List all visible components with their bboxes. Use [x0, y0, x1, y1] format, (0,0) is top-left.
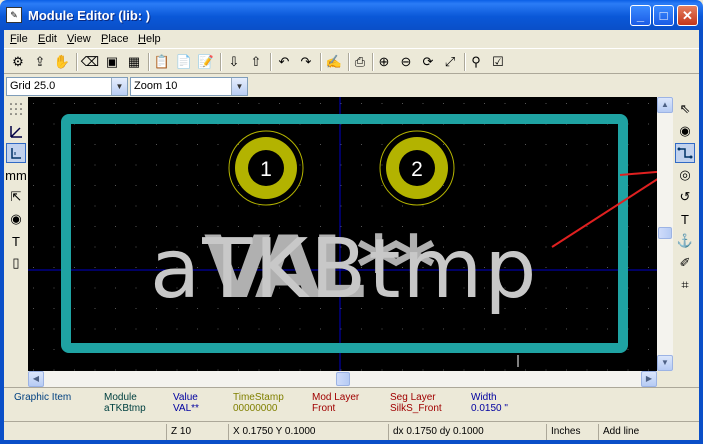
text-sketch-icon[interactable]: T: [6, 231, 26, 251]
pad-2-number: 2: [411, 158, 423, 181]
status-xy: X 0.1750 Y 0.1000: [228, 424, 388, 440]
menu-help[interactable]: Help: [138, 33, 161, 45]
add-arc-icon[interactable]: ↺: [675, 187, 695, 207]
main-toolbar: ⚙ ⇪ ✋ ⌫ ▣ ▦ 📋 📄 📝 ⇩ ⇧ ↶ ↷ ✍ ⎙ ⊕ ⊖ ⟳ ⤢ ⚲ …: [4, 48, 699, 74]
print-icon[interactable]: ⎙: [350, 52, 370, 72]
add-line-icon[interactable]: [675, 143, 695, 163]
pad-1-number: 1: [260, 158, 272, 181]
pad-settings-icon[interactable]: ⚲: [466, 52, 486, 72]
insert-into-board-icon[interactable]: 📄: [174, 52, 194, 72]
info-mod-layer: Mod Layer Front: [312, 392, 360, 414]
scroll-up-icon[interactable]: ▲: [657, 97, 673, 113]
pad-1[interactable]: 1: [228, 130, 304, 206]
info-seg-layer: Seg Layer SilkS_Front: [390, 392, 442, 414]
grid-select-value: Grid 25.0: [10, 80, 56, 92]
scroll-down-icon[interactable]: ▼: [657, 355, 673, 371]
close-button[interactable]: ✕: [677, 5, 698, 26]
info-panel: Graphic Item Module aTKBtmp Value VAL** …: [4, 387, 699, 421]
info-timestamp: TimeStamp 00000000: [233, 392, 284, 414]
edge-sketch-icon[interactable]: ▯: [6, 253, 26, 273]
status-bar: Z 10 X 0.1750 Y 0.1000 dx 0.1750 dy 0.10…: [4, 421, 699, 440]
info-width: Width 0.0150 ": [471, 392, 508, 414]
delete-icon[interactable]: ✐: [675, 253, 695, 273]
grid-origin-icon[interactable]: ⌗: [675, 275, 695, 295]
redraw-icon[interactable]: ⟳: [418, 52, 438, 72]
menu-bar: File Edit View Place Help: [4, 30, 699, 48]
select-arrow-icon[interactable]: ⇖: [675, 99, 695, 119]
import-module-icon[interactable]: ⇩: [224, 52, 244, 72]
add-circle-icon[interactable]: ◎: [675, 165, 695, 185]
add-text-icon[interactable]: T: [675, 209, 695, 229]
new-module-icon[interactable]: ▣: [102, 52, 122, 72]
export-module-icon[interactable]: ⇧: [246, 52, 266, 72]
app-icon: ✎: [6, 7, 22, 23]
chevron-down-icon[interactable]: ▼: [231, 78, 247, 95]
scroll-right-icon[interactable]: ▶: [641, 371, 657, 387]
minimize-button[interactable]: _: [630, 5, 651, 26]
status-dxdy: dx 0.1750 dy 0.1000: [388, 424, 546, 440]
info-module: Module aTKBtmp: [104, 392, 146, 414]
vertical-scrollbar[interactable]: ▲ ▼: [657, 97, 673, 371]
info-graphic-item: Graphic Item: [14, 392, 72, 403]
update-board-icon[interactable]: 📝: [196, 52, 216, 72]
status-units: Inches: [546, 424, 598, 440]
zoom-select[interactable]: Zoom 10 ▼: [130, 77, 248, 96]
zoom-out-icon[interactable]: ⊖: [396, 52, 416, 72]
menu-edit[interactable]: Edit: [38, 33, 57, 45]
title-bar: ✎ Module Editor (lib: ) _ □ ✕: [0, 0, 703, 30]
scroll-left-icon[interactable]: ◀: [28, 371, 44, 387]
left-toolbar: mm ⇱ ◉ T ▯: [4, 97, 28, 387]
pad-2[interactable]: 2: [379, 130, 455, 206]
redo-icon[interactable]: ↷: [296, 52, 316, 72]
zoom-in-icon[interactable]: ⊕: [374, 52, 394, 72]
zoom-auto-icon[interactable]: ⤢: [440, 52, 460, 72]
zoom-select-value: Zoom 10: [134, 80, 178, 92]
right-toolbar: ⇖ ◉ ◎ ↺ T ⚓ ✐ ⌗: [673, 97, 699, 387]
delete-library-icon[interactable]: ⌫: [80, 52, 100, 72]
horizontal-scroll-thumb[interactable]: [336, 372, 350, 386]
anchor-icon[interactable]: ⚓: [675, 231, 695, 251]
new-library-icon[interactable]: ✋: [52, 52, 72, 72]
menu-place[interactable]: Place: [101, 33, 129, 45]
properties-icon[interactable]: ✍: [324, 52, 344, 72]
chevron-down-icon[interactable]: ▼: [111, 78, 127, 95]
window-title: Module Editor (lib: ): [28, 8, 151, 23]
menu-file[interactable]: File: [10, 33, 28, 45]
select-library-icon[interactable]: ⚙: [8, 52, 28, 72]
horizontal-scrollbar[interactable]: ◀ ▶: [28, 371, 657, 387]
load-module-icon[interactable]: ▦: [124, 52, 144, 72]
save-to-library-icon[interactable]: ⇪: [30, 52, 50, 72]
info-value: Value VAL**: [173, 392, 199, 414]
cursor-shape-icon[interactable]: ⇱: [6, 187, 26, 207]
maximize-button[interactable]: □: [653, 5, 674, 26]
window-frame-bottom: [0, 440, 703, 444]
window-frame-right: [699, 30, 703, 444]
vertical-scroll-thumb[interactable]: [658, 227, 672, 239]
select-toolbar: Grid 25.0 ▼ Zoom 10 ▼: [4, 75, 699, 97]
status-mode: Add line: [598, 424, 699, 440]
add-pad-icon[interactable]: ◉: [675, 121, 695, 141]
pad-sketch-icon[interactable]: ◉: [6, 209, 26, 229]
load-from-board-icon[interactable]: 📋: [152, 52, 172, 72]
check-module-icon[interactable]: ☑: [488, 52, 508, 72]
module-reference-text[interactable]: aTKBtmp: [150, 222, 538, 317]
units-inch-icon[interactable]: [6, 143, 26, 163]
units-mm-icon[interactable]: mm: [5, 165, 27, 185]
polar-coords-icon[interactable]: [6, 121, 26, 141]
menu-view[interactable]: View: [67, 33, 91, 45]
status-zoom: Z 10: [166, 424, 228, 440]
grid-select[interactable]: Grid 25.0 ▼: [6, 77, 128, 96]
grid-toggle-icon[interactable]: [6, 99, 26, 119]
undo-icon[interactable]: ↶: [274, 52, 294, 72]
